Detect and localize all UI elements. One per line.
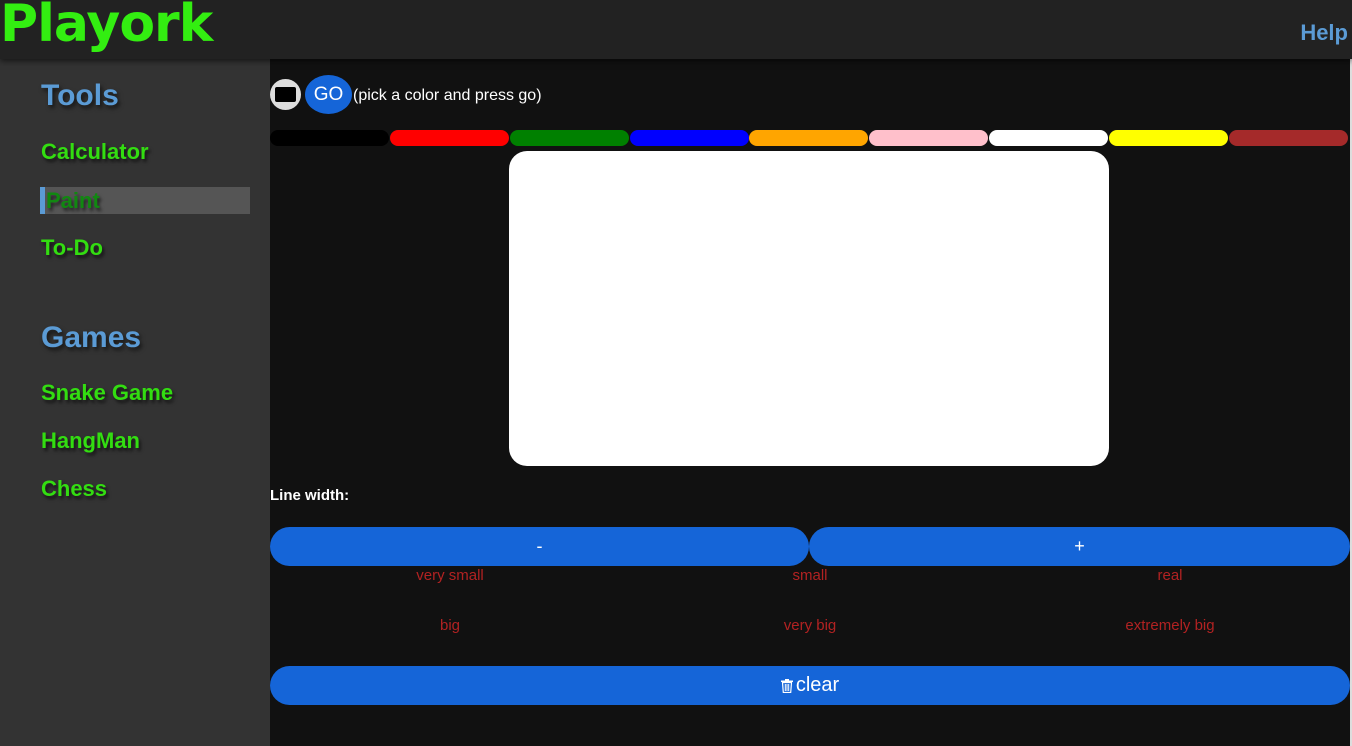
size-option-real[interactable]: real — [990, 567, 1350, 584]
color-swatch-brown[interactable] — [1229, 130, 1348, 146]
color-swatch-black[interactable] — [270, 130, 389, 146]
clear-label: clear — [795, 674, 840, 696]
size-option-big[interactable]: big — [270, 617, 630, 634]
color-swatch-yellow[interactable] — [1109, 130, 1228, 146]
color-swatch-white[interactable] — [989, 130, 1108, 146]
color-swatch-green[interactable] — [510, 130, 629, 146]
trash-icon — [780, 678, 793, 693]
games-heading: Games — [41, 321, 142, 354]
go-button[interactable]: GO — [305, 75, 352, 114]
app-header: Playork Help — [0, 0, 1352, 59]
tools-heading: Tools — [41, 79, 119, 112]
sidebar-item-paint[interactable]: Paint — [40, 187, 250, 214]
size-option-small[interactable]: small — [630, 567, 990, 584]
clear-button[interactable]: clear — [270, 666, 1350, 705]
size-option-very-big[interactable]: very big — [630, 617, 990, 634]
increase-width-button[interactable]: + — [809, 527, 1350, 566]
sidebar-item-chess[interactable]: Chess — [41, 476, 107, 502]
sidebar-item-hangman[interactable]: HangMan — [41, 428, 140, 454]
square-icon[interactable] — [270, 79, 301, 110]
sidebar-item-todo[interactable]: To-Do — [41, 235, 103, 261]
paint-main: GO (pick a color and press go) Line widt… — [270, 59, 1352, 746]
help-link[interactable]: Help — [1300, 20, 1348, 46]
sidebar: Tools Calculator Paint To-Do Games Snake… — [0, 59, 270, 746]
color-palette — [270, 130, 1350, 146]
sidebar-item-snake-game[interactable]: Snake Game — [41, 380, 173, 406]
color-swatch-orange[interactable] — [749, 130, 868, 146]
size-option-extremely-big[interactable]: extremely big — [990, 617, 1350, 634]
color-swatch-pink[interactable] — [869, 130, 988, 146]
sidebar-item-calculator[interactable]: Calculator — [41, 139, 149, 165]
square-icon-glyph — [275, 87, 296, 102]
drawing-canvas[interactable] — [509, 151, 1109, 466]
app-logo[interactable]: Playork — [0, 0, 213, 54]
decrease-width-button[interactable]: - — [270, 527, 809, 566]
line-width-label: Line width: — [270, 487, 350, 504]
color-swatch-blue[interactable] — [630, 130, 749, 146]
size-option-very-small[interactable]: very small — [270, 567, 630, 584]
color-swatch-red[interactable] — [390, 130, 509, 146]
go-hint-text: (pick a color and press go) — [353, 87, 542, 104]
